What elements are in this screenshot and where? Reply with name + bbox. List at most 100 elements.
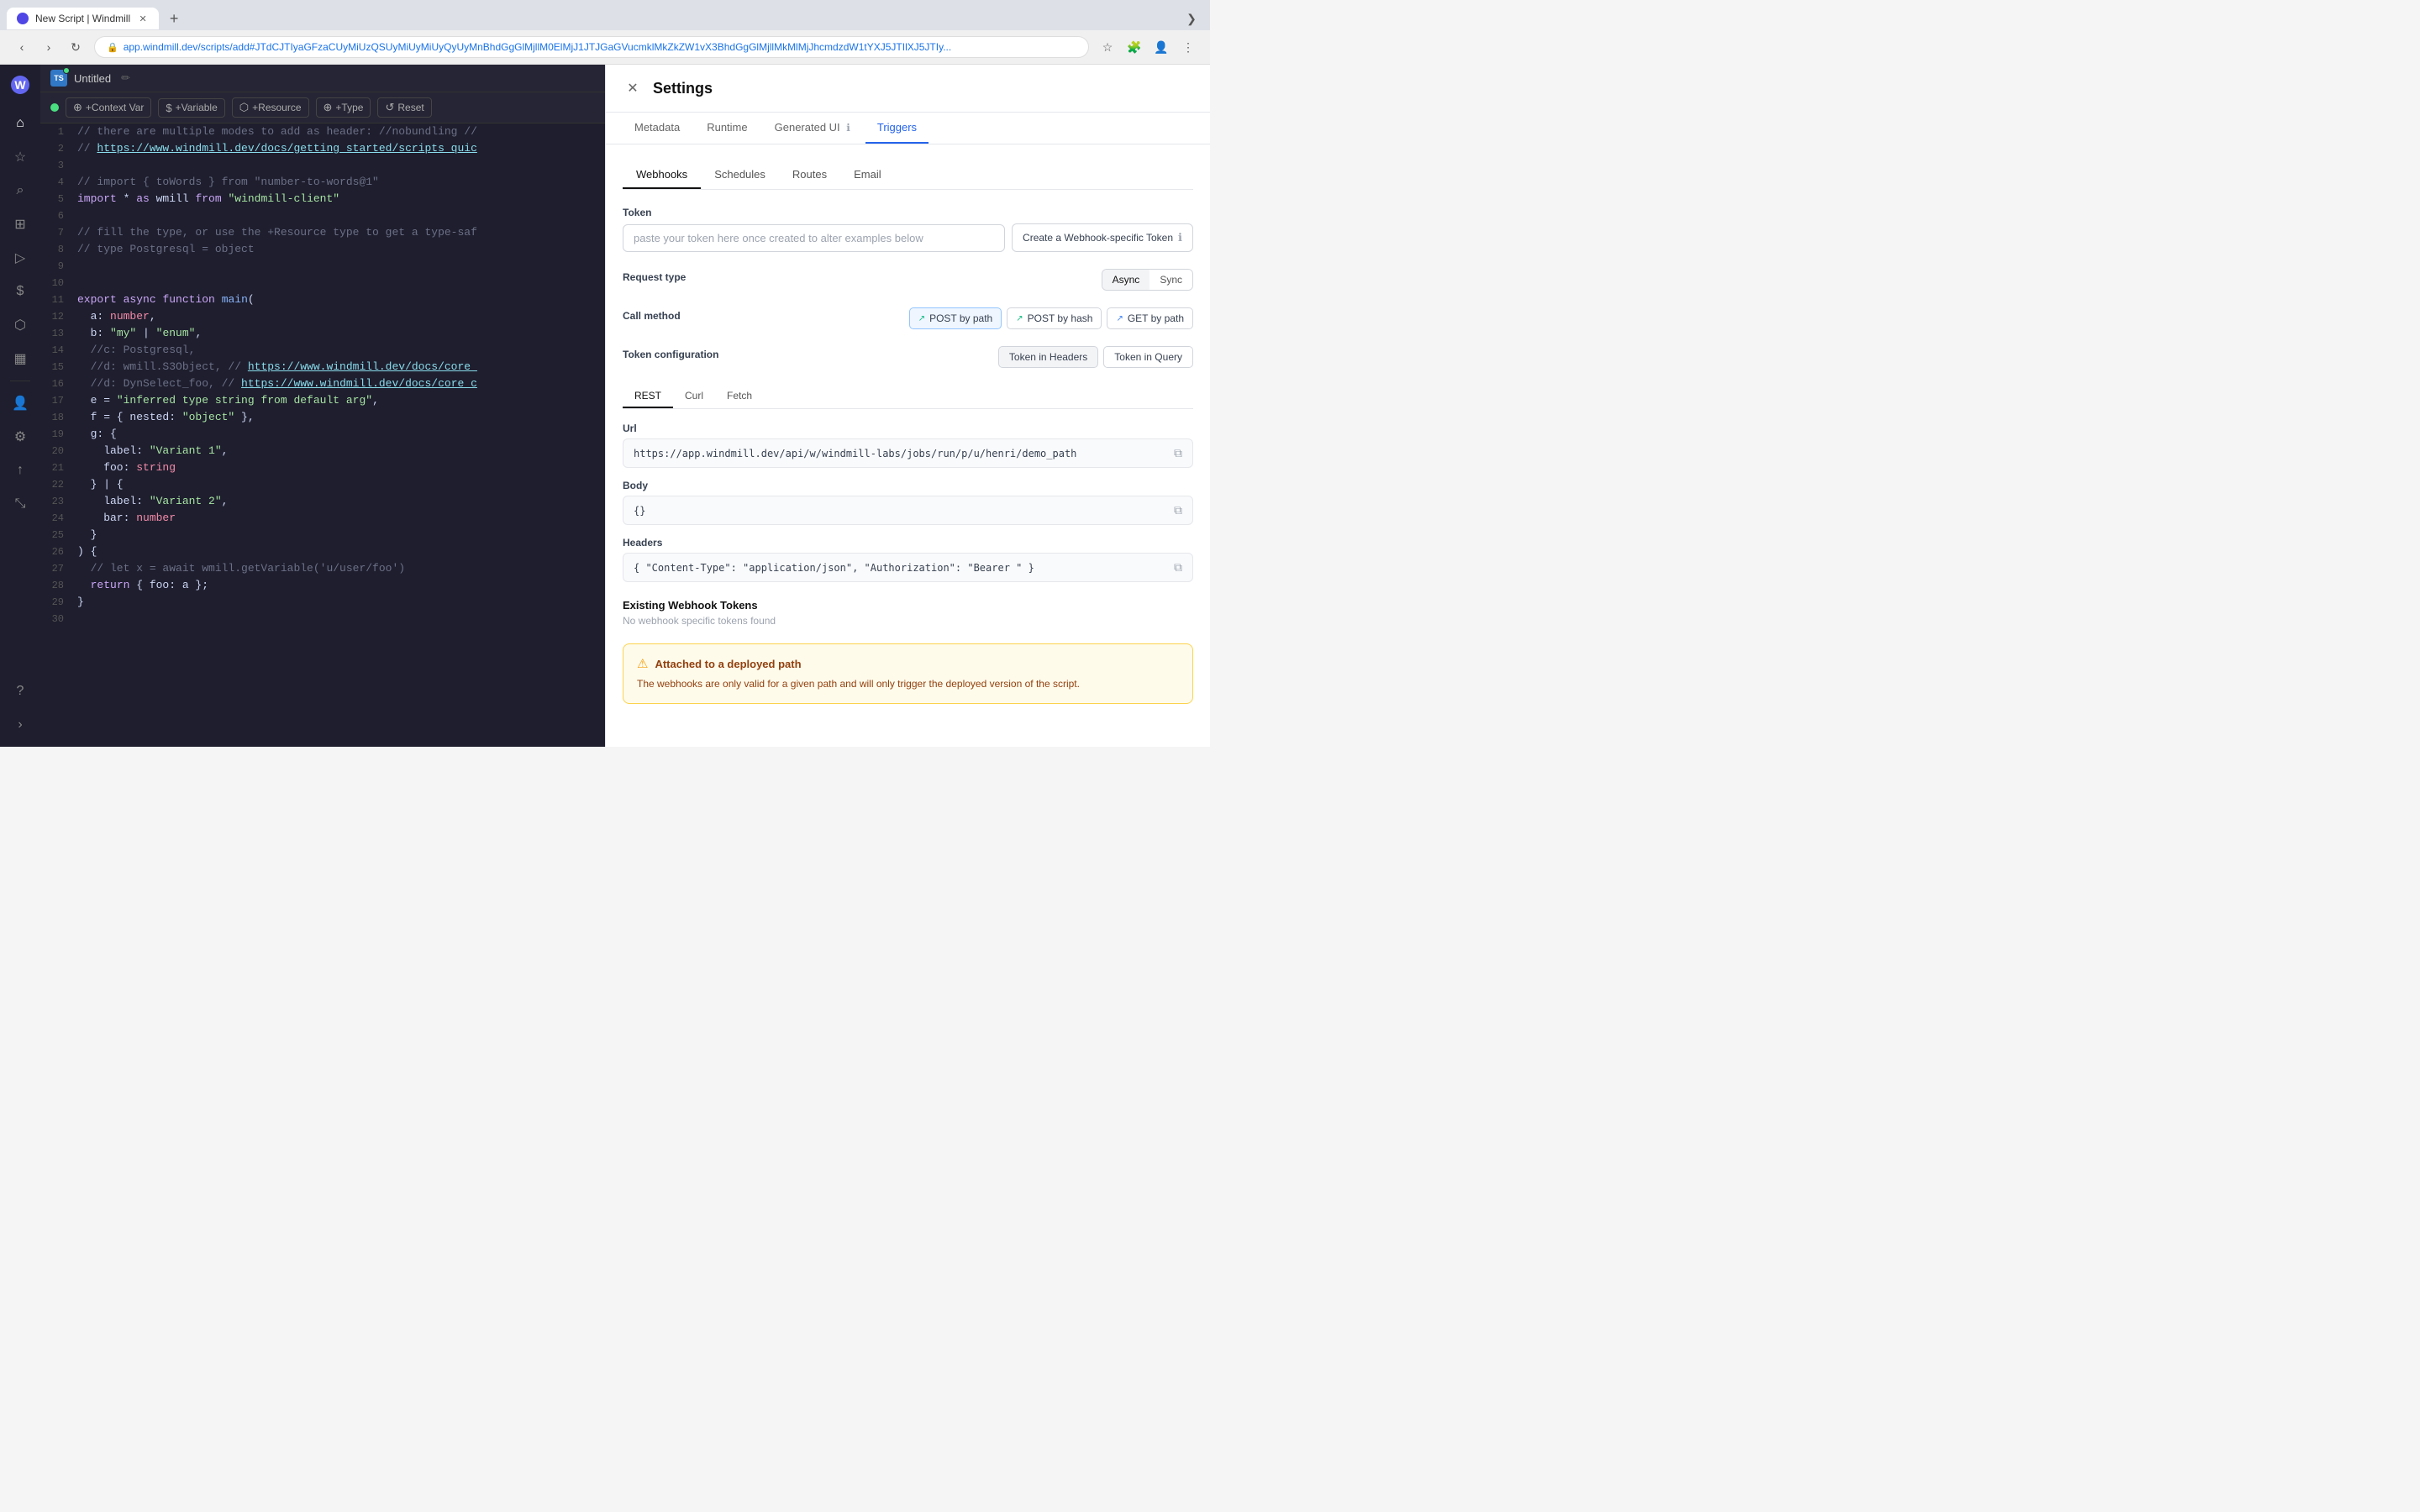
headers-value: { "Content-Type": "application/json", "A… xyxy=(634,562,1167,574)
back-button[interactable]: ‹ xyxy=(10,35,34,59)
headers-copy-button[interactable]: ⧉ xyxy=(1174,560,1182,575)
code-line-4: 4 // import { toWords } from "number-to-… xyxy=(40,174,605,191)
context-var-button[interactable]: ⊕ +Context Var xyxy=(66,97,151,118)
request-type-row: Request type Async Sync xyxy=(623,269,1193,291)
body-copy-button[interactable]: ⧉ xyxy=(1174,503,1182,517)
existing-tokens-title: Existing Webhook Tokens xyxy=(623,599,1193,612)
url-bar[interactable]: 🔒 app.windmill.dev/scripts/add#JTdCJTIya… xyxy=(94,36,1089,58)
tab-close-button[interactable]: ✕ xyxy=(137,13,149,24)
rest-tab-rest[interactable]: REST xyxy=(623,385,673,408)
refresh-button[interactable]: ↻ xyxy=(64,35,87,59)
settings-header: ✕ Settings xyxy=(606,65,1210,113)
sub-tab-schedules[interactable]: Schedules xyxy=(701,161,779,189)
close-button[interactable]: ✕ xyxy=(623,78,643,98)
sub-tab-email[interactable]: Email xyxy=(840,161,895,189)
code-line-7: 7 // fill the type, or use the +Resource… xyxy=(40,224,605,241)
rest-tab-fetch[interactable]: Fetch xyxy=(715,385,764,408)
sidebar: W ⌂ ☆ ⌕ ⊞ ▷ $ ⬡ ▦ 👤 ⚙ ↑ ⤡ ? › xyxy=(0,65,40,747)
sidebar-icon-expand[interactable]: ⤡ xyxy=(5,489,35,519)
bookmark-button[interactable]: ☆ xyxy=(1096,35,1119,59)
sidebar-icon-billing[interactable]: $ xyxy=(5,276,35,307)
tab-runtime[interactable]: Runtime xyxy=(695,113,759,144)
url-value-row: https://app.windmill.dev/api/w/windmill-… xyxy=(623,438,1193,468)
post-hash-icon: ↗ xyxy=(1016,314,1023,323)
code-line-23: 23 label: "Variant 2", xyxy=(40,493,605,510)
body-value: {} xyxy=(634,505,1167,517)
async-option[interactable]: Async xyxy=(1102,270,1150,290)
call-method-row: Call method ↗ POST by path ↗ POST by has… xyxy=(623,307,1193,329)
sidebar-icon-play[interactable]: ▷ xyxy=(5,243,35,273)
code-line-21: 21 foo: string xyxy=(40,459,605,476)
code-line-18: 18 f = { nested: "object" }, xyxy=(40,409,605,426)
settings-title: Settings xyxy=(653,80,713,97)
sidebar-icon-settings[interactable]: ⚙ xyxy=(5,422,35,452)
favicon-icon xyxy=(17,13,29,24)
request-type-section: Request type Async Sync xyxy=(623,269,1193,291)
sync-option[interactable]: Sync xyxy=(1150,270,1192,290)
headers-label: Headers xyxy=(623,537,1193,549)
code-line-27: 27 // let x = await wmill.getVariable('u… xyxy=(40,560,605,577)
code-line-24: 24 bar: number xyxy=(40,510,605,527)
new-tab-button[interactable]: + xyxy=(162,7,186,30)
windmill-logo[interactable]: W xyxy=(7,71,34,98)
code-line-2: 2 // https://www.windmill.dev/docs/getti… xyxy=(40,140,605,157)
sidebar-icon-users[interactable]: 👤 xyxy=(5,388,35,418)
context-var-icon: ⊕ xyxy=(73,101,82,114)
code-line-3: 3 xyxy=(40,157,605,174)
token-in-query-button[interactable]: Token in Query xyxy=(1103,346,1193,368)
type-button[interactable]: ⊕ +Type xyxy=(316,97,371,118)
token-in-headers-button[interactable]: Token in Headers xyxy=(998,346,1098,368)
code-line-26: 26 ) { xyxy=(40,543,605,560)
sub-tab-routes[interactable]: Routes xyxy=(779,161,840,189)
rest-tab-curl[interactable]: Curl xyxy=(673,385,715,408)
tab-generated-ui[interactable]: Generated UI ℹ xyxy=(763,113,862,144)
existing-tokens-empty: No webhook specific tokens found xyxy=(623,615,1193,627)
get-by-path-button[interactable]: ↗ GET by path xyxy=(1107,307,1193,329)
sidebar-icon-calendar[interactable]: ▦ xyxy=(5,344,35,374)
tab-triggers[interactable]: Triggers xyxy=(865,113,929,144)
type-icon: ⊕ xyxy=(324,101,333,114)
sidebar-icon-grid[interactable]: ⊞ xyxy=(5,209,35,239)
sidebar-icon-help[interactable]: ? xyxy=(5,676,35,706)
variable-button[interactable]: $ +Variable xyxy=(158,98,224,118)
warning-box-header: ⚠ Attached to a deployed path xyxy=(637,656,1179,671)
body-label: Body xyxy=(623,480,1193,491)
info-icon: ℹ xyxy=(846,122,850,134)
token-label: Token xyxy=(623,207,1193,218)
tab-list-button[interactable]: ❯ xyxy=(1180,7,1203,30)
code-line-12: 12 a: number, xyxy=(40,308,605,325)
code-line-13: 13 b: "my" | "enum", xyxy=(40,325,605,342)
app: W ⌂ ☆ ⌕ ⊞ ▷ $ ⬡ ▦ 👤 ⚙ ↑ ⤡ ? › TS Untitle… xyxy=(0,65,1210,747)
reset-button[interactable]: ↺ Reset xyxy=(377,97,431,118)
url-value: https://app.windmill.dev/api/w/windmill-… xyxy=(634,448,1167,459)
sidebar-icon-collapse[interactable]: › xyxy=(5,710,35,740)
token-row: Create a Webhook-specific Token ℹ xyxy=(623,223,1193,252)
code-line-20: 20 label: "Variant 1", xyxy=(40,443,605,459)
sidebar-icon-upload[interactable]: ↑ xyxy=(5,455,35,486)
sub-tab-webhooks[interactable]: Webhooks xyxy=(623,161,701,189)
extensions-button[interactable]: 🧩 xyxy=(1123,35,1146,59)
headers-field: Headers { "Content-Type": "application/j… xyxy=(623,537,1193,582)
sidebar-icon-favorites[interactable]: ☆ xyxy=(5,142,35,172)
profile-button[interactable]: 👤 xyxy=(1150,35,1173,59)
token-input[interactable] xyxy=(623,224,1005,252)
forward-button[interactable]: › xyxy=(37,35,60,59)
post-by-hash-button[interactable]: ↗ POST by hash xyxy=(1007,307,1102,329)
post-by-path-button[interactable]: ↗ POST by path xyxy=(909,307,1002,329)
tab-metadata[interactable]: Metadata xyxy=(623,113,692,144)
create-token-info-icon: ℹ xyxy=(1178,231,1182,244)
sidebar-icon-home[interactable]: ⌂ xyxy=(5,108,35,139)
variable-icon: $ xyxy=(166,102,171,114)
call-method-options: ↗ POST by path ↗ POST by hash ↗ GET by p… xyxy=(909,307,1193,329)
code-line-8: 8 // type Postgresql = object xyxy=(40,241,605,258)
create-token-button[interactable]: Create a Webhook-specific Token ℹ xyxy=(1012,223,1193,252)
existing-tokens-section: Existing Webhook Tokens No webhook speci… xyxy=(623,599,1193,627)
resource-button[interactable]: ⬡ +Resource xyxy=(232,97,309,118)
browser-tab[interactable]: New Script | Windmill ✕ xyxy=(7,8,159,29)
sidebar-icon-resources[interactable]: ⬡ xyxy=(5,310,35,340)
edit-filename-icon[interactable]: ✏ xyxy=(121,71,130,85)
url-copy-button[interactable]: ⧉ xyxy=(1174,446,1182,460)
menu-button[interactable]: ⋮ xyxy=(1176,35,1200,59)
code-editor[interactable]: 1 // there are multiple modes to add as … xyxy=(40,123,605,747)
sidebar-icon-search[interactable]: ⌕ xyxy=(5,176,35,206)
